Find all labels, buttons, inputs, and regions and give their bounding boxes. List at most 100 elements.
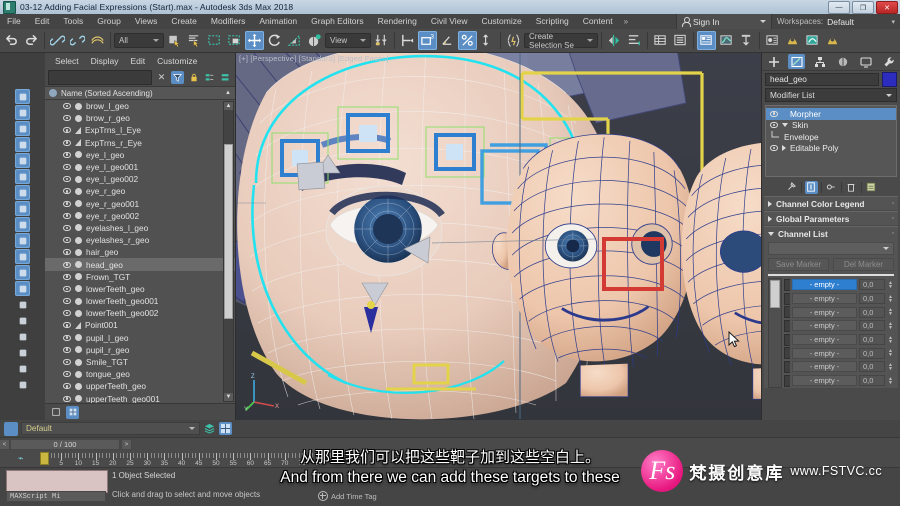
channel-name[interactable]: - empty - <box>792 306 857 318</box>
modifier-stack-row[interactable]: Editable Poly <box>766 143 896 155</box>
bag-icon[interactable] <box>15 377 30 392</box>
channel-spinner-icon[interactable]: ▲ ▼ <box>887 348 894 359</box>
list-item[interactable]: lowerTeeth_geo001 <box>45 295 235 307</box>
render-setup-icon[interactable] <box>783 31 802 50</box>
channel-name[interactable]: - empty - <box>792 334 857 346</box>
layer-explorer-icon[interactable] <box>203 422 216 435</box>
visibility-eye-icon[interactable] <box>63 261 71 268</box>
list-item[interactable]: lowerTeeth_geo <box>45 283 235 295</box>
redo-icon[interactable] <box>22 31 41 50</box>
chevron-down-icon[interactable] <box>360 39 366 42</box>
list-item[interactable]: Frown_TGT <box>45 271 235 283</box>
create-tab-icon[interactable] <box>765 54 782 69</box>
make-unique-icon[interactable] <box>825 181 838 194</box>
select-and-link-icon[interactable] <box>48 31 67 50</box>
menu-item-create[interactable]: Create <box>164 14 204 29</box>
chevron-down-icon[interactable] <box>883 247 889 250</box>
box-icon[interactable] <box>15 313 30 328</box>
visibility-eye-icon[interactable] <box>63 298 71 305</box>
list-item[interactable]: eye_r_geo <box>45 185 235 197</box>
channel-name[interactable]: - empty - <box>792 293 857 305</box>
manage-layers-icon[interactable] <box>219 422 232 435</box>
list-item[interactable]: Point001 <box>45 319 235 331</box>
visibility-eye-icon[interactable] <box>63 164 71 171</box>
layer-explorer-icon[interactable] <box>651 31 670 50</box>
explorer-footer-grid-icon[interactable] <box>66 405 79 419</box>
menu-item-customize[interactable]: Customize <box>475 14 529 29</box>
visibility-eye-icon[interactable] <box>63 188 71 195</box>
chevron-down-icon[interactable] <box>768 231 774 236</box>
list-item[interactable]: brow_l_geo <box>45 100 235 112</box>
select-object-icon[interactable] <box>15 89 30 104</box>
channel-list-scrollbar[interactable] <box>768 278 782 388</box>
camera-icon[interactable] <box>15 137 30 152</box>
spinner-snap-toggle-icon[interactable] <box>478 31 497 50</box>
use-pivot-point-center-icon[interactable] <box>372 31 391 50</box>
mirror-icon[interactable] <box>605 31 624 50</box>
utilities-tab-icon[interactable] <box>880 54 897 69</box>
scene-explorer-icon[interactable] <box>671 31 690 50</box>
hidden-icon[interactable] <box>15 281 30 296</box>
chevron-down-icon[interactable] <box>886 93 892 97</box>
visibility-eye-icon[interactable] <box>63 103 71 110</box>
channel-name[interactable]: - empty - <box>792 320 857 332</box>
list-item[interactable]: eye_r_geo002 <box>45 210 235 222</box>
list-item[interactable]: lowerTeeth_geo002 <box>45 307 235 319</box>
channel-value[interactable]: 0,0 <box>859 361 885 373</box>
modifier-stack-row[interactable]: Skin <box>766 120 896 132</box>
reference-coordinate-system-combo[interactable]: View <box>325 33 371 48</box>
list-item[interactable]: tongue_geo <box>45 368 235 380</box>
visibility-eye-icon[interactable] <box>63 224 71 231</box>
edit-named-selection-sets-icon[interactable] <box>504 31 523 50</box>
helper-icon[interactable] <box>15 153 30 168</box>
menu-overflow-icon[interactable]: » <box>620 17 632 26</box>
unlink-selection-icon[interactable] <box>68 31 87 50</box>
modifier-visibility-eye-icon[interactable] <box>770 110 778 117</box>
funnel-icon[interactable] <box>15 361 30 376</box>
save-marker-button[interactable]: Save Marker <box>768 258 829 271</box>
menu-item-group[interactable]: Group <box>90 14 128 29</box>
channel-name[interactable]: - empty - <box>792 375 857 387</box>
chevron-down-icon[interactable]: ▾ <box>891 18 895 26</box>
channel-row[interactable]: - empty -0,0 ▲ ▼ <box>784 278 894 292</box>
perspective-viewport[interactable]: [+] [Perspective] [Standard] [Edged Face… <box>236 53 762 420</box>
list-item[interactable]: head_geo <box>45 258 235 271</box>
undo-icon[interactable] <box>2 31 21 50</box>
visibility-eye-icon[interactable] <box>63 237 71 244</box>
channel-name[interactable]: - empty - <box>792 347 857 359</box>
channel-value[interactable]: 0,0 <box>859 375 885 387</box>
maxscript-mini-listener[interactable]: MAXScript Mi <box>6 491 106 502</box>
visibility-eye-icon[interactable] <box>63 249 71 256</box>
channel-row[interactable]: - empty -0,0 ▲ ▼ <box>784 292 894 306</box>
select-and-move-icon[interactable] <box>245 31 264 50</box>
channel-spinner-icon[interactable]: ▲ ▼ <box>887 293 894 304</box>
percent-snap-toggle-icon[interactable] <box>458 31 477 50</box>
explorer-menu-display[interactable]: Display <box>85 56 125 66</box>
close-button[interactable]: ✕ <box>876 1 898 14</box>
channel-value[interactable]: 0,0 <box>859 334 885 346</box>
menu-item-animation[interactable]: Animation <box>252 14 304 29</box>
channel-spinner-icon[interactable]: ▲ ▼ <box>887 320 894 331</box>
freeze-icon[interactable] <box>15 265 30 280</box>
menu-item-content[interactable]: Content <box>576 14 620 29</box>
select-similar-icon[interactable] <box>15 105 30 120</box>
explorer-menu-edit[interactable]: Edit <box>125 56 152 66</box>
current-frame-field[interactable]: 0 / 100 <box>10 439 120 450</box>
chevron-right-icon[interactable] <box>768 215 772 222</box>
schematic-view-icon[interactable] <box>737 31 756 50</box>
list-item[interactable]: eye_l_geo001 <box>45 161 235 173</box>
list-item[interactable]: ExpTrns_r_Eye <box>45 137 235 149</box>
visibility-eye-icon[interactable] <box>63 151 71 158</box>
configure-modifier-sets-icon[interactable] <box>865 181 878 194</box>
visibility-eye-icon[interactable] <box>63 334 71 341</box>
angle-snap-toggle-icon[interactable] <box>438 31 457 50</box>
explorer-menu-select[interactable]: Select <box>49 56 85 66</box>
channel-name[interactable]: - empty - <box>792 361 857 373</box>
visibility-eye-icon[interactable] <box>63 200 71 207</box>
modify-tab-icon[interactable] <box>788 54 805 69</box>
explorer-object-list[interactable]: brow_l_geo brow_r_geo ExpTrns_l_Eye ExpTrns… <box>45 100 235 403</box>
list-item[interactable]: pupil_l_geo <box>45 332 235 344</box>
chevron-down-icon[interactable] <box>189 427 195 430</box>
restore-button[interactable]: ❐ <box>852 1 874 14</box>
rollup-header[interactable]: Channel List ▫ <box>764 227 898 240</box>
